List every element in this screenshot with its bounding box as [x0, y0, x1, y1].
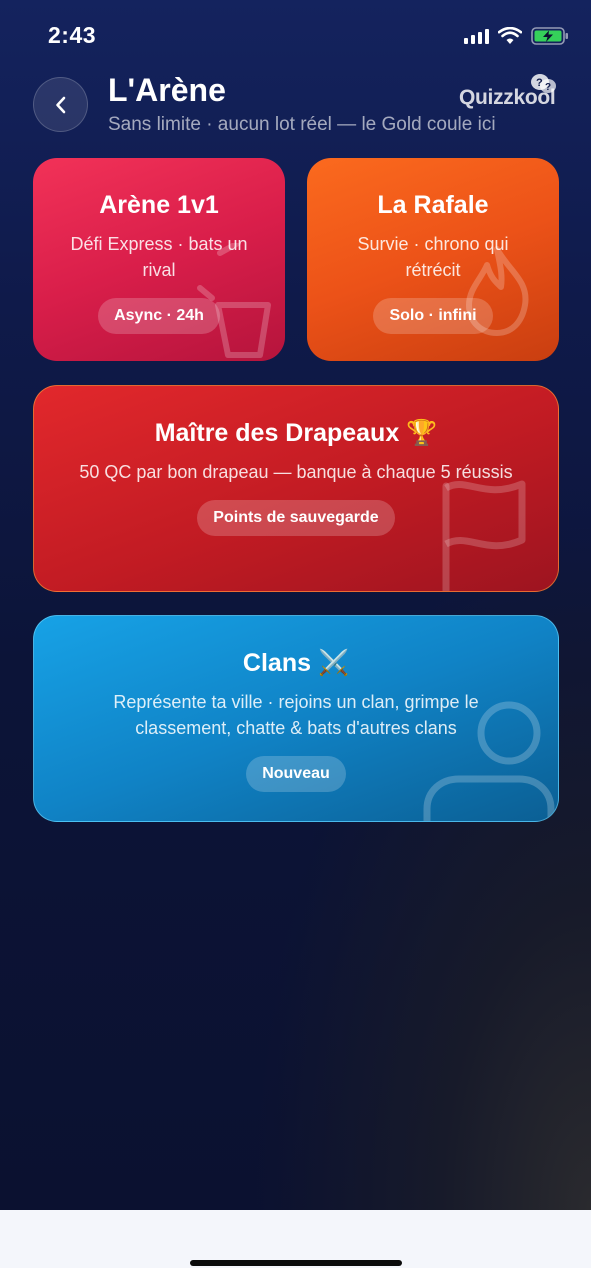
- card-description: Représente ta ville · rejoins un clan, g…: [113, 692, 479, 738]
- page-title: L'Arène: [108, 72, 226, 108]
- status-time: 2:43: [48, 22, 97, 48]
- chevron-left-icon: [55, 96, 65, 113]
- svg-text:?: ?: [536, 77, 543, 89]
- cellular-signal-icon: [464, 28, 489, 44]
- wifi-icon: [498, 27, 522, 44]
- card-description: Défi Express · bats un rival: [70, 234, 248, 280]
- home-indicator[interactable]: [190, 1260, 402, 1266]
- flag-icon: [442, 480, 526, 591]
- card-clans[interactable]: Clans ⚔️ Représente ta ville · rejoins u…: [33, 615, 559, 822]
- card-description: 50 QC par bon drapeau — banque à chaque …: [79, 462, 513, 482]
- card-badge: Async · 24h: [98, 298, 220, 334]
- card-badge: Solo · infini: [373, 298, 493, 334]
- back-button[interactable]: [33, 77, 88, 132]
- card-title: Maître des Drapeaux 🏆: [154, 419, 438, 447]
- card-badge: Nouveau: [246, 756, 346, 792]
- logo-question-bubble-icon: ? ?: [531, 74, 556, 93]
- card-title: Clans ⚔️: [242, 649, 350, 677]
- screen: 2:43 L'Arène Sans limite · aucun lot rée…: [0, 0, 591, 1210]
- card-title: Arène 1v1: [99, 191, 219, 219]
- card-maitre-des-drapeaux[interactable]: Maître des Drapeaux 🏆 50 QC par bon drap…: [33, 385, 559, 592]
- card-badge: Points de sauvegarde: [197, 500, 395, 536]
- card-title: La Rafale: [377, 191, 489, 219]
- svg-text:?: ?: [545, 82, 551, 93]
- card-la-rafale[interactable]: La Rafale Survie · chrono qui rétrécit S…: [307, 158, 559, 361]
- page-subtitle: Sans limite · aucun lot réel — le Gold c…: [108, 114, 496, 135]
- battery-charging-icon: [531, 27, 568, 45]
- status-icons: [464, 26, 569, 46]
- card-arene-1v1[interactable]: Arène 1v1 Défi Express · bats un rival A…: [33, 158, 285, 361]
- card-description: Survie · chrono qui rétrécit: [357, 234, 509, 280]
